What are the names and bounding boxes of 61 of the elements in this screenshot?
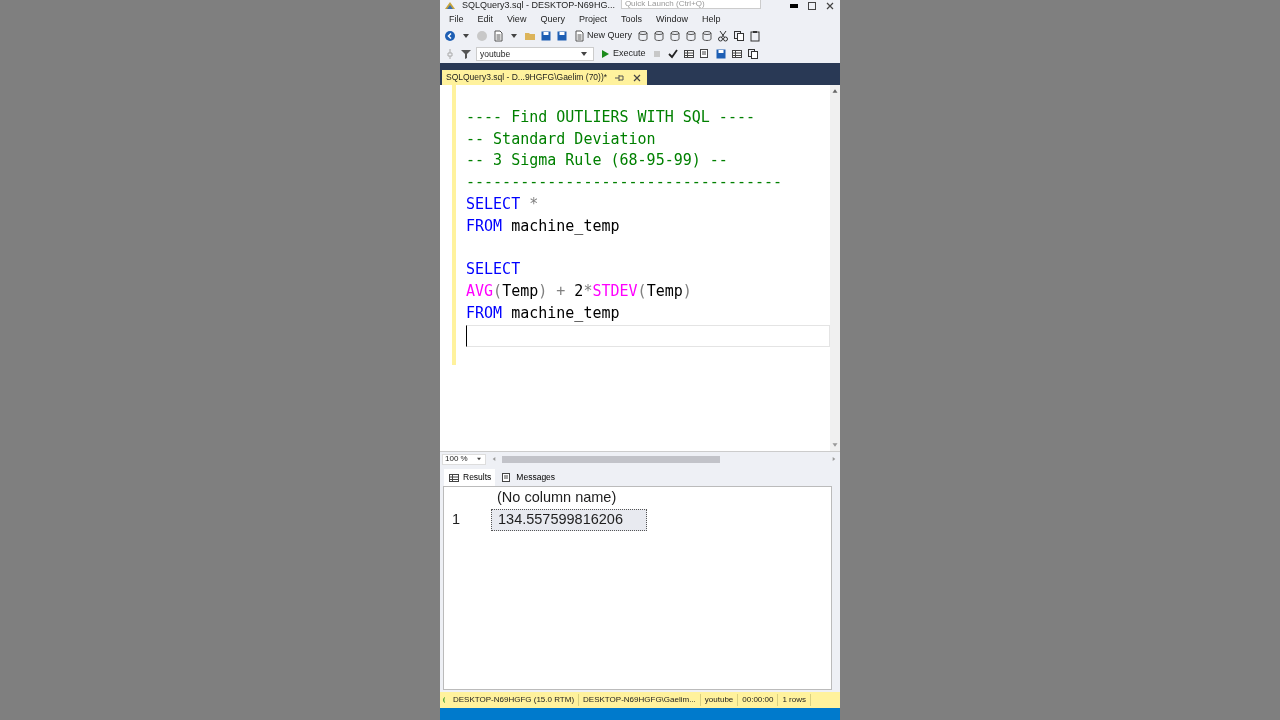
menu-item[interactable]: Window [648,12,695,27]
back-icon[interactable] [444,30,456,42]
status-item: DESKTOP-N69HGFG (15.0 RTM) [449,694,580,706]
menu-item[interactable]: Project [571,12,614,27]
database-icon[interactable] [669,30,681,42]
column-header: (No column name) [496,488,618,508]
cut-icon[interactable] [717,30,729,42]
database-icon[interactable] [637,30,649,42]
grid-icon [448,471,460,484]
vertical-scrollbar[interactable] [830,85,840,451]
status-item: 00:00:00 [738,694,779,706]
save-all-icon[interactable] [556,30,568,42]
menu-item[interactable]: View [500,12,534,27]
menu-item[interactable]: File [442,12,471,27]
grid-icon[interactable] [682,48,695,60]
results-tab[interactable]: Messages [497,469,560,486]
play-icon [599,48,611,60]
menu-item[interactable]: Help [694,12,728,27]
code-line: SELECT * [466,194,540,215]
window-title: SQLQuery3.sql - DESKTOP-N69HG... [462,0,615,12]
copy-icon[interactable] [733,30,745,42]
code-line: SELECT [466,259,522,281]
code-line: ----------------------------------- [466,172,784,194]
close-icon[interactable] [824,0,836,12]
code-line: -- Standard Deviation [466,128,657,150]
database-icon[interactable] [701,30,713,42]
save-icon[interactable] [540,30,552,42]
paste-icon[interactable] [749,30,761,42]
save-icon[interactable] [714,48,727,60]
database-icon[interactable] [653,30,665,42]
new-item-icon[interactable] [492,30,504,42]
grid-icon[interactable] [730,48,743,60]
code-line: FROM machine_temp [466,215,621,237]
code-line: -- 3 Sigma Rule (68-95-99) -- [466,150,729,172]
menu-item[interactable]: Tools [613,12,649,27]
zoom-select[interactable]: 100 % [442,453,486,465]
maximize-icon[interactable] [806,0,818,12]
execute-button[interactable]: Execute [598,47,647,61]
menu-item[interactable]: Edit [470,12,501,27]
results-tab[interactable]: Results [444,469,496,486]
database-select[interactable]: youtube [476,47,594,61]
document-icon [573,30,585,42]
document-icon[interactable] [698,48,711,60]
check-icon[interactable] [666,48,679,60]
status-item: youtube [700,694,739,706]
menu-item[interactable]: Query [533,12,572,27]
app-logo-icon [444,0,456,12]
filter-icon[interactable] [460,48,472,60]
code-line: FROM machine_temp [466,302,621,324]
row-number: 1 [451,510,462,530]
database-icon[interactable] [685,30,697,42]
table-cell[interactable]: 134.557599816206 [491,509,647,531]
code-line: AVG(Temp) + 2*STDEV(Temp) [466,281,693,303]
copy-icon[interactable] [746,48,759,60]
quick-launch-field[interactable]: Quick Launch (Ctrl+Q) [620,0,761,9]
status-item: DESKTOP-N69HGFG\Gaelim... [579,694,701,706]
scrollbar-thumb[interactable] [502,455,720,463]
code-line: ---- Find OUTLIERS WITH SQL ---- [466,106,756,128]
document-tab[interactable]: SQLQuery3.sql - D...9HGFG\Gaelim (70))* [442,70,648,85]
new-query-button[interactable]: New Query [572,29,633,43]
status-item: 1 rows [778,694,811,706]
